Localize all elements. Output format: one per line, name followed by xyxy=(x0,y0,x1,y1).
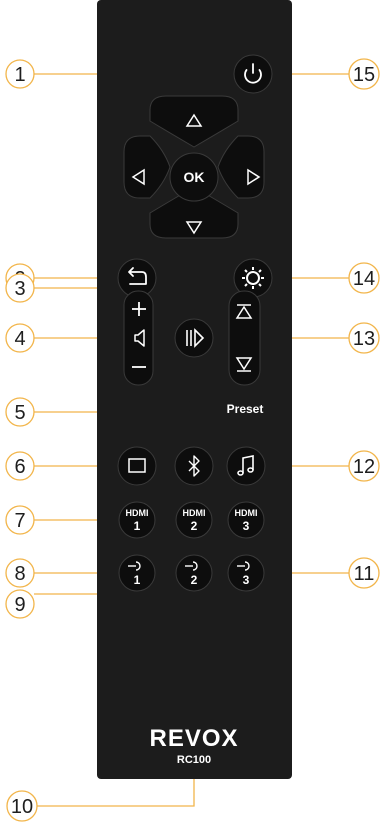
hdmi-1-button[interactable]: HDMI 1 xyxy=(118,501,156,539)
callout-15: 15 xyxy=(348,58,380,90)
svg-text:9: 9 xyxy=(14,594,25,616)
preset-label: Preset xyxy=(227,402,264,416)
svg-text:14: 14 xyxy=(353,268,375,290)
analog-1-number: 1 xyxy=(134,573,141,587)
hdmi-1-label: HDMI xyxy=(126,508,149,518)
analog-2-number: 2 xyxy=(191,573,198,587)
callout-3: 3 xyxy=(5,273,35,303)
ok-button[interactable]: OK xyxy=(169,152,219,202)
callout-11: 11 xyxy=(348,557,380,589)
svg-text:5: 5 xyxy=(14,402,25,424)
power-button[interactable] xyxy=(233,54,273,94)
callout-10: 10 xyxy=(6,790,38,822)
callout-7: 7 xyxy=(5,505,35,535)
callout-9: 9 xyxy=(5,589,35,619)
hdmi-2-button[interactable]: HDMI 2 xyxy=(175,501,213,539)
svg-text:7: 7 xyxy=(14,510,25,532)
svg-text:6: 6 xyxy=(14,456,25,478)
tv-button[interactable] xyxy=(117,446,157,486)
callout-13: 13 xyxy=(348,322,380,354)
play-pause-button[interactable] xyxy=(174,318,214,358)
callout-8: 8 xyxy=(5,558,35,588)
svg-text:10: 10 xyxy=(11,796,33,818)
svg-text:3: 3 xyxy=(14,278,25,300)
hdmi-2-label: HDMI xyxy=(183,508,206,518)
analog-3-number: 3 xyxy=(243,573,250,587)
hdmi-1-number: 1 xyxy=(134,519,141,533)
hdmi-3-label: HDMI xyxy=(235,508,258,518)
svg-text:4: 4 xyxy=(14,328,25,350)
callout-4: 4 xyxy=(5,323,35,353)
hdmi-2-number: 2 xyxy=(191,519,198,533)
analog-2-button[interactable]: 2 xyxy=(175,554,213,592)
svg-text:1: 1 xyxy=(14,64,25,86)
ok-label: OK xyxy=(184,169,205,185)
hdmi-3-button[interactable]: HDMI 3 xyxy=(227,501,265,539)
callout-14: 14 xyxy=(348,262,380,294)
brand-logo: REVOX xyxy=(149,725,238,752)
analog-1-button[interactable]: 1 xyxy=(118,554,156,592)
callout-12: 12 xyxy=(348,450,380,482)
analog-3-button[interactable]: 3 xyxy=(227,554,265,592)
hdmi-3-number: 3 xyxy=(243,519,250,533)
bluetooth-button[interactable] xyxy=(174,446,214,486)
model-label: RC100 xyxy=(177,754,211,766)
remote-diagram: OK Preset HDMI 1 HDMI 2 HDMI 3 1 2 3 REV… xyxy=(5,0,380,822)
svg-text:12: 12 xyxy=(353,456,375,478)
callout-5: 5 xyxy=(5,397,35,427)
callout-6: 6 xyxy=(5,451,35,481)
callout-line-10 xyxy=(34,776,195,807)
svg-text:11: 11 xyxy=(354,563,375,585)
callout-1: 1 xyxy=(5,59,35,89)
music-button[interactable] xyxy=(226,446,266,486)
svg-text:15: 15 xyxy=(353,64,375,86)
svg-text:8: 8 xyxy=(14,563,25,585)
svg-text:13: 13 xyxy=(353,328,375,350)
